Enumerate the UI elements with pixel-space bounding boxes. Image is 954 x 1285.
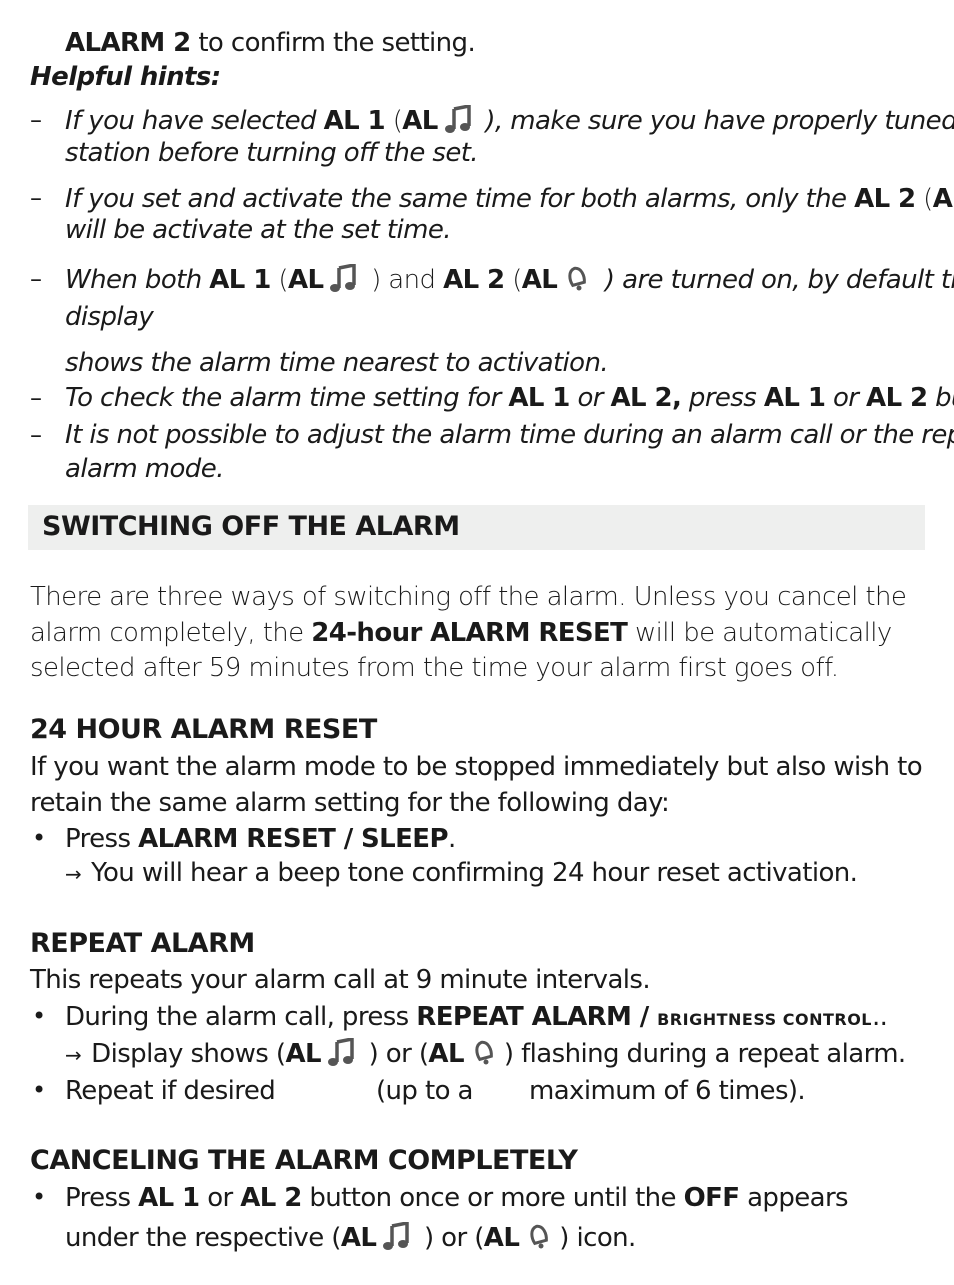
cancel-bullet-cont: under the respective (AL ) or (AL) icon.	[65, 1222, 636, 1253]
repeat-para: This repeats your alarm call at 9 minute…	[30, 965, 651, 995]
dash: –	[30, 384, 42, 412]
bullet: •	[32, 1002, 47, 1030]
dash: –	[30, 421, 42, 449]
hint-3-cont: display	[65, 302, 154, 332]
bell-icon	[525, 1222, 553, 1252]
reset-bullet: Press ALARM RESET / SLEEP.	[65, 824, 456, 854]
section-para-3: selected after 59 minutes from the time …	[30, 653, 839, 683]
confirm-line: ALARM 2 to confirm the setting.	[65, 28, 476, 58]
reset-para-1: If you want the alarm mode to be stopped…	[30, 752, 923, 782]
hint-3-cont2: shows the alarm time nearest to activati…	[65, 348, 609, 378]
hint-1: If you have selected AL 1 (AL ), make su…	[65, 105, 954, 136]
hint-2-cont: will be activate at the set time.	[65, 215, 452, 245]
hint-5-cont: alarm mode.	[65, 454, 224, 484]
repeat-bullet-1: During the alarm call, press REPEAT ALAR…	[65, 1002, 888, 1032]
repeat-bullet-2: Repeat if desired (up to a maximum of 6 ti…	[65, 1076, 806, 1106]
hint-5: It is not possible to adjust the alarm t…	[65, 420, 954, 450]
dash: –	[30, 106, 42, 134]
cancel-heading: CANCELING THE ALARM COMPLETELY	[30, 1145, 578, 1176]
music-note-icon	[382, 1222, 410, 1252]
arrow-icon: →	[65, 862, 82, 886]
reset-heading: 24 HOUR ALARM RESET	[30, 714, 377, 745]
section-para-1: There are three ways of switching off th…	[30, 582, 907, 612]
reset-result: → You will hear a beep tone confirming 24…	[65, 858, 858, 888]
section-title: SWITCHING OFF THE ALARM	[42, 511, 460, 542]
bullet: •	[32, 1076, 47, 1104]
bell-icon	[563, 264, 591, 294]
repeat-heading: REPEAT ALARM	[30, 928, 255, 959]
bullet: •	[32, 1183, 47, 1211]
hint-4: To check the alarm time setting for AL 1…	[65, 383, 954, 413]
hints-title: Helpful hints:	[30, 62, 221, 92]
bell-icon	[470, 1038, 498, 1068]
music-note-icon	[327, 1038, 355, 1068]
bullet: •	[32, 824, 47, 852]
hint-1-cont: station before turning off the set.	[65, 138, 479, 168]
reset-para-2: retain the same alarm setting for the fo…	[30, 788, 670, 818]
confirm-text: to confirm the setting.	[190, 28, 476, 58]
repeat-result: → Display shows (AL ) or (AL) flashing du…	[65, 1038, 906, 1069]
hint-3: When both AL 1 (AL ) and AL 2 (AL ) are …	[65, 264, 954, 295]
cancel-bullet: Press AL 1 or AL 2 button once or more u…	[65, 1183, 849, 1213]
dash: –	[30, 265, 42, 293]
music-note-icon	[329, 264, 357, 294]
arrow-icon: →	[65, 1043, 82, 1067]
hint-2: If you set and activate the same time fo…	[65, 184, 954, 214]
alarm2-label: ALARM 2	[65, 28, 191, 58]
dash: –	[30, 184, 42, 212]
music-note-icon	[444, 105, 472, 135]
section-para-2: alarm completely, the 24-hour ALARM RESE…	[30, 618, 892, 648]
